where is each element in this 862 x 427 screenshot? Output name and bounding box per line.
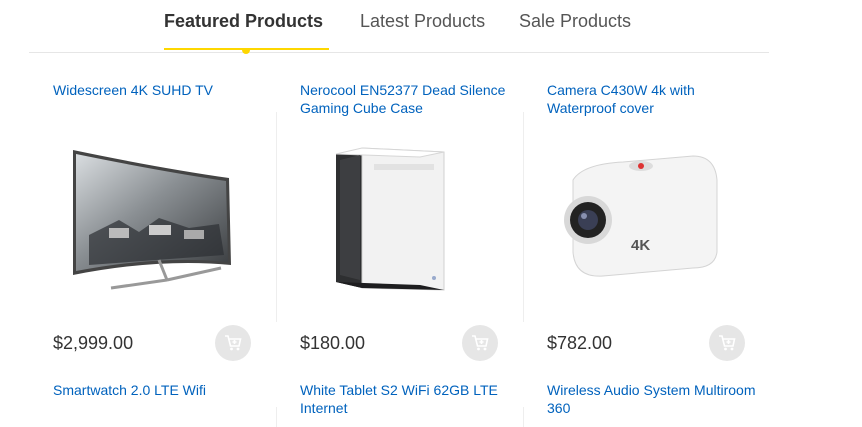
column-divider: [523, 112, 524, 322]
add-to-cart-icon: [719, 335, 736, 351]
product-grid: Widescreen 4K SUHD TV $2,999.00 Nerocool…: [29, 52, 769, 427]
product-price: $782.00: [547, 333, 613, 353]
action-camera-image[interactable]: 4K: [543, 140, 729, 300]
product-price: $2,999.00: [53, 333, 134, 353]
camera-4k-logo: 4K: [631, 237, 650, 254]
product-title[interactable]: Widescreen 4K SUHD TV: [53, 81, 263, 99]
add-to-cart-button[interactable]: [215, 325, 251, 361]
pc-case-image[interactable]: [296, 140, 482, 300]
curved-tv-image[interactable]: [49, 140, 235, 300]
add-to-cart-button[interactable]: [709, 325, 745, 361]
product-title[interactable]: Smartwatch 2.0 LTE Wifi: [53, 381, 263, 399]
add-to-cart-button[interactable]: [462, 325, 498, 361]
product-title[interactable]: Nerocool EN52377 Dead Silence Gaming Cub…: [300, 81, 510, 117]
add-to-cart-icon: [225, 335, 242, 351]
tab-latest-products[interactable]: Latest Products: [360, 11, 485, 32]
product-title[interactable]: Camera C430W 4k with Waterproof cover: [547, 81, 757, 117]
column-divider: [523, 407, 524, 427]
tab-sale-products[interactable]: Sale Products: [519, 11, 631, 32]
tab-featured-products[interactable]: Featured Products: [164, 11, 323, 32]
product-tabs: Featured Products Latest Products Sale P…: [29, 0, 769, 54]
product-title[interactable]: Wireless Audio System Multiroom 360: [547, 381, 757, 417]
add-to-cart-icon: [472, 335, 489, 351]
column-divider: [276, 112, 277, 322]
product-title[interactable]: White Tablet S2 WiFi 62GB LTE Internet: [300, 381, 510, 417]
product-price: $180.00: [300, 333, 366, 353]
column-divider: [276, 407, 277, 427]
